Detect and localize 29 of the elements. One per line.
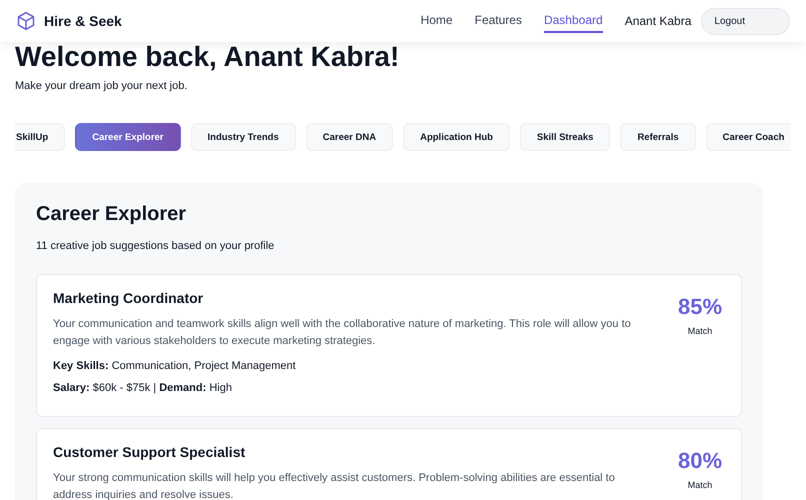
welcome-heading: Welcome back, Anant Kabra! [15, 42, 400, 72]
salary-demand: Salary: $60k - $75k | Demand: High [53, 381, 233, 396]
brand-name: Hire & Seek [44, 13, 122, 29]
match-label: Match [688, 326, 712, 336]
nav-link[interactable]: Features [474, 9, 522, 33]
match-percent: 85% [678, 294, 722, 320]
match-percent: 80% [678, 448, 722, 474]
tab[interactable]: Career Explorer [75, 123, 180, 151]
job-description: Your strong communication skills will help you effectively assist customers. Problem-solving abilities are essential to address inquiries and resolve issues. [53, 471, 616, 500]
key-skills: Key Skills: Communication, Project Management [53, 359, 297, 374]
tab[interactable]: Application Hub [403, 123, 510, 151]
match-label: Match [688, 480, 712, 490]
nav-link[interactable]: Home [420, 9, 453, 33]
panel-subtitle: 11 creative job suggestions based on your profile [36, 240, 276, 252]
job-title: Marketing Coordinator [53, 290, 204, 306]
job-title: Customer Support Specialist [53, 444, 246, 460]
tab[interactable]: Skill Streaks [520, 123, 610, 151]
user-name: Anant Kabra [624, 14, 692, 28]
tab[interactable]: Industry Trends [190, 123, 296, 151]
tab[interactable]: Referrals [620, 123, 696, 151]
nav-link[interactable]: Dashboard [544, 9, 603, 33]
cube-icon [16, 11, 36, 31]
tab[interactable]: Career Coach [706, 123, 791, 151]
job-description: Your communication and teamwork skills align well with the collaborative nature of marketing. This role will allow you to engage with various stakeholders to execute marketing strategies. [53, 317, 632, 349]
tab[interactable]: SkillUp [15, 123, 66, 151]
tab[interactable]: Career DNA [306, 123, 394, 151]
tagline: Make your dream job your next job. [15, 80, 188, 92]
panel-title: Career Explorer [36, 203, 188, 226]
logout-button[interactable]: Logout [701, 8, 790, 34]
